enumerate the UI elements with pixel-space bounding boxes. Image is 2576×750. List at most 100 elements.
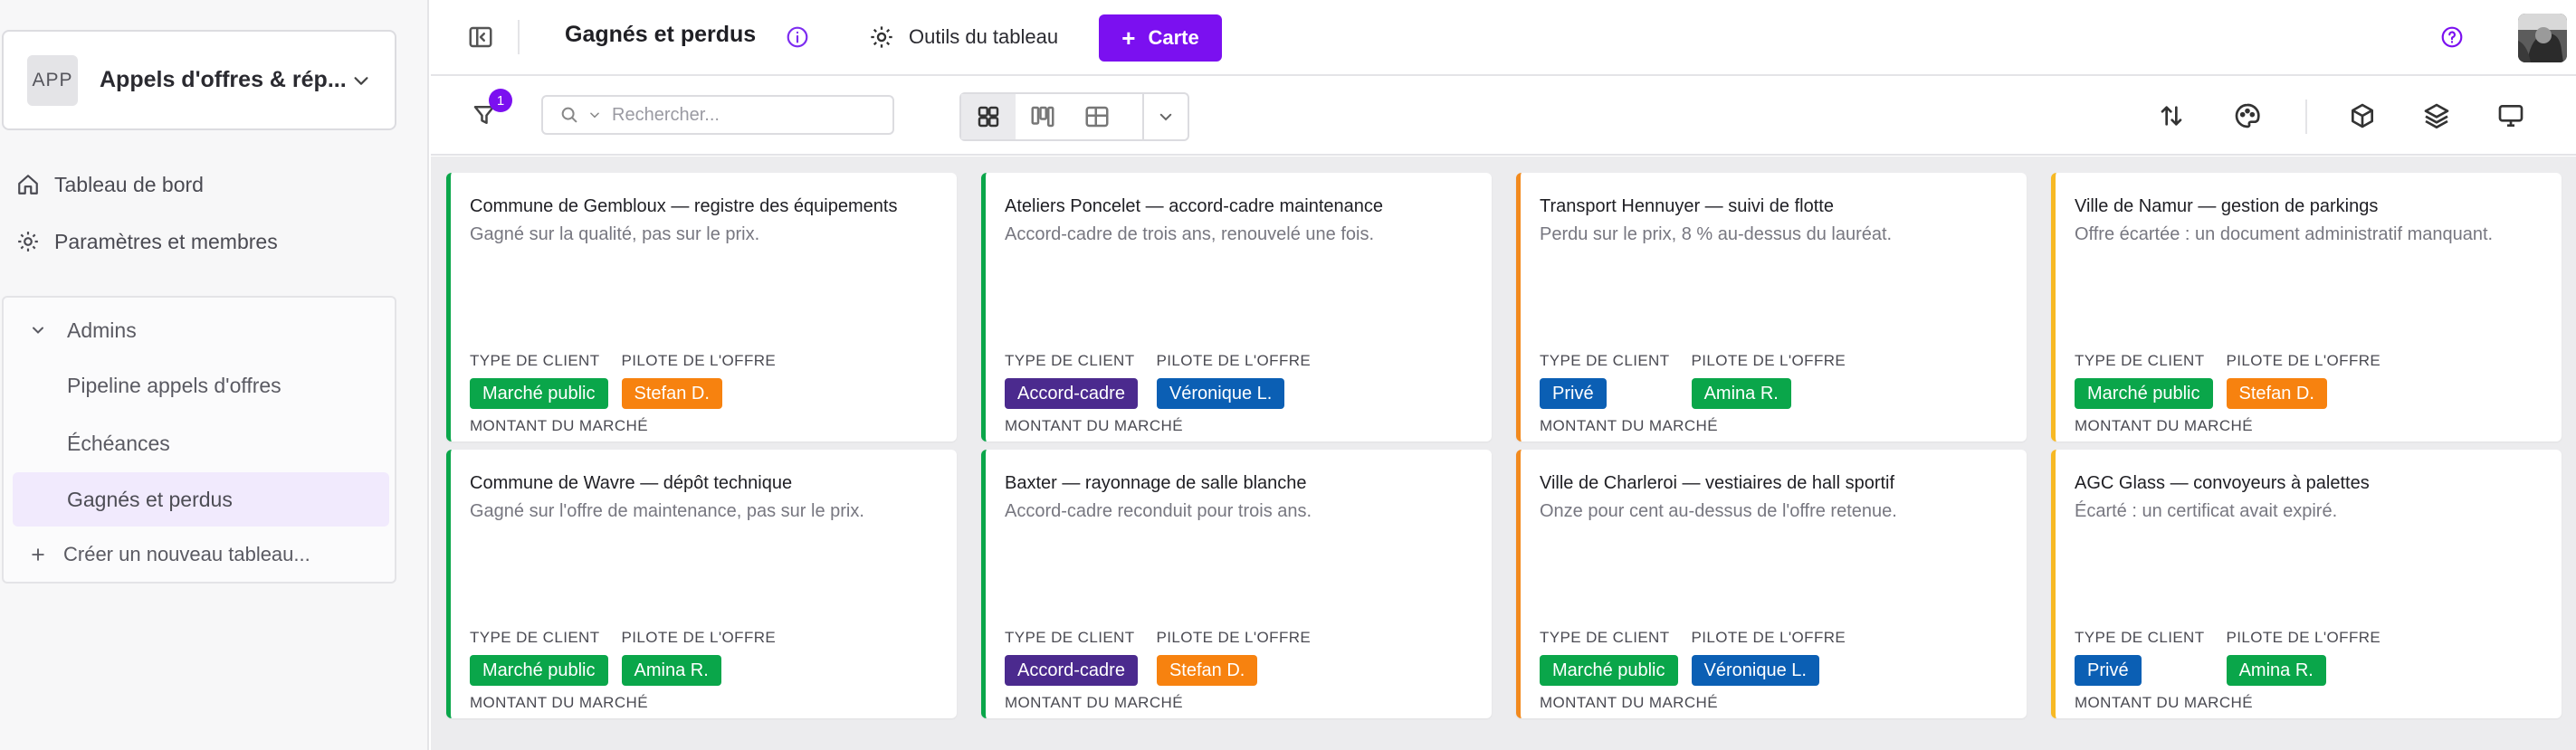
client-type-label: TYPE DE CLIENT [1540, 352, 1670, 369]
card-board: Commune de Gembloux — registre des équip… [431, 157, 2576, 750]
card-title: Ville de Charleroi — vestiaires de hall … [1540, 473, 1895, 493]
card-tags: Marché public Véronique L. [1540, 655, 1819, 686]
add-card-button[interactable]: + Carte [1099, 14, 1222, 62]
view-cards-button[interactable] [961, 94, 1016, 139]
sort-icon[interactable] [2157, 101, 2186, 130]
card-title: Commune de Gembloux — registre des équip… [470, 196, 898, 216]
sidebar-item-label: Gagnés et perdus [67, 487, 233, 511]
sidebar-item-pipeline[interactable]: Pipeline appels d'offres [13, 358, 389, 413]
view-more-button[interactable] [1142, 94, 1188, 139]
chevron-down-icon [351, 71, 371, 90]
group-label: Admins [67, 318, 137, 342]
card-title: AGC Glass — convoyeurs à palettes [2075, 473, 2370, 493]
client-type-tag[interactable]: Marché public [470, 655, 608, 686]
client-type-tag[interactable]: Privé [1540, 378, 1607, 409]
divider [2305, 100, 2307, 134]
sidebar-item-deadlines[interactable]: Échéances [13, 416, 389, 470]
card-subtitle: Accord-cadre de trois ans, renouvelé une… [1005, 224, 1374, 244]
bid-pilot-label: PILOTE DE L'OFFRE [2226, 352, 2381, 369]
board-tools-label: Outils du tableau [909, 25, 1059, 48]
sidebar: APP Appels d'offres & rép... Tableau de … [0, 0, 429, 750]
board-card[interactable]: AGC Glass — convoyeurs à palettes Écarté… [2051, 450, 2562, 718]
card-tags: Accord-cadre Stefan D. [1005, 655, 1258, 686]
field-labels: TYPE DE CLIENT PILOTE DE L'OFFRE [1005, 629, 1311, 647]
gear-icon [869, 24, 894, 50]
plus-icon [29, 546, 47, 564]
layers-icon[interactable] [2422, 101, 2451, 130]
client-type-tag[interactable]: Accord-cadre [1005, 378, 1138, 409]
board-card[interactable]: Transport Hennuyer — suivi de flotte Per… [1516, 173, 2027, 441]
card-tags: Privé Amina R. [1540, 378, 1791, 409]
help-icon[interactable] [2440, 25, 2464, 49]
client-type-tag[interactable]: Marché public [2075, 378, 2213, 409]
bid-pilot-label: PILOTE DE L'OFFRE [621, 629, 777, 646]
amount-label: MONTANT DU MARCHÉ [1540, 694, 1718, 711]
bid-pilot-tag[interactable]: Amina R. [621, 655, 721, 686]
bid-pilot-tag[interactable]: Stefan D. [1156, 655, 1258, 686]
board-card[interactable]: Ville de Charleroi — vestiaires de hall … [1516, 450, 2027, 718]
client-type-label: TYPE DE CLIENT [470, 629, 600, 646]
info-icon[interactable] [786, 25, 809, 49]
bid-pilot-label: PILOTE DE L'OFFRE [621, 352, 777, 369]
board-card[interactable]: Ateliers Poncelet — accord-cadre mainten… [981, 173, 1492, 441]
card-tags: Privé Amina R. [2075, 655, 2326, 686]
bid-pilot-tag[interactable]: Véronique L. [1156, 378, 1285, 409]
gear-icon [16, 230, 40, 253]
sidebar-item-label: Tableau de bord [54, 172, 204, 196]
sidebar-item-dashboard[interactable]: Tableau de bord [16, 165, 204, 204]
card-title: Commune de Wavre — dépôt technique [470, 473, 793, 493]
app-switcher[interactable]: APP Appels d'offres & rép... [2, 30, 396, 130]
card-tags: Marché public Stefan D. [2075, 378, 2327, 409]
bid-pilot-tag[interactable]: Stefan D. [2226, 378, 2327, 409]
client-type-label: TYPE DE CLIENT [1005, 352, 1135, 369]
bid-pilot-tag[interactable]: Amina R. [1691, 378, 1791, 409]
group-header-admins[interactable]: Admins [29, 310, 137, 350]
client-type-tag[interactable]: Privé [2075, 655, 2142, 686]
sidebar-item-won-lost[interactable]: Gagnés et perdus [13, 472, 389, 527]
bid-pilot-tag[interactable]: Amina R. [2226, 655, 2326, 686]
client-type-label: TYPE DE CLIENT [470, 352, 600, 369]
bid-pilot-label: PILOTE DE L'OFFRE [1156, 629, 1312, 646]
search-box[interactable] [541, 95, 894, 135]
grid-view-icon [978, 106, 999, 128]
field-labels: TYPE DE CLIENT PILOTE DE L'OFFRE [470, 352, 776, 370]
view-table-button[interactable] [1070, 94, 1124, 139]
chevron-down-icon[interactable] [588, 109, 601, 121]
field-labels: TYPE DE CLIENT PILOTE DE L'OFFRE [470, 629, 776, 647]
board-card[interactable]: Baxter — rayonnage de salle blanche Acco… [981, 450, 1492, 718]
view-kanban-button[interactable] [1016, 94, 1070, 139]
board-card[interactable]: Commune de Gembloux — registre des équip… [446, 173, 957, 441]
client-type-label: TYPE DE CLIENT [2075, 352, 2205, 369]
card-title: Ville de Namur — gestion de parkings [2075, 196, 2379, 216]
bid-pilot-tag[interactable]: Véronique L. [1691, 655, 1819, 686]
board-card[interactable]: Ville de Namur — gestion de parkings Off… [2051, 173, 2562, 441]
field-labels: TYPE DE CLIENT PILOTE DE L'OFFRE [2075, 352, 2380, 370]
sidebar-item-label: Échéances [67, 431, 170, 455]
sidebar-item-settings[interactable]: Paramètres et membres [16, 222, 278, 261]
client-type-tag[interactable]: Marché public [1540, 655, 1678, 686]
bid-pilot-tag[interactable]: Stefan D. [621, 378, 722, 409]
search-icon [559, 105, 579, 125]
plus-icon: + [1121, 24, 1136, 52]
client-type-tag[interactable]: Accord-cadre [1005, 655, 1138, 686]
chevron-down-icon [1159, 113, 1172, 121]
card-subtitle: Gagné sur l'offre de maintenance, pas su… [470, 501, 864, 521]
card-subtitle: Onze pour cent au-dessus de l'offre rete… [1540, 501, 1897, 521]
sidebar-toggle-icon[interactable] [467, 24, 494, 51]
bid-pilot-label: PILOTE DE L'OFFRE [1156, 352, 1312, 369]
board-tools-button[interactable]: Outils du tableau [869, 20, 1058, 54]
create-board-button[interactable]: Créer un nouveau tableau... [29, 535, 310, 574]
search-input[interactable] [612, 104, 883, 126]
monitor-icon[interactable] [2496, 101, 2525, 130]
card-tags: Marché public Amina R. [470, 655, 721, 686]
kanban-view-icon [1031, 106, 1054, 128]
client-type-tag[interactable]: Marché public [470, 378, 608, 409]
field-labels: TYPE DE CLIENT PILOTE DE L'OFFRE [1540, 629, 1846, 647]
toolbar: 1 [431, 78, 2576, 156]
cube-icon[interactable] [2348, 101, 2377, 130]
board-card[interactable]: Commune de Wavre — dépôt technique Gagné… [446, 450, 957, 718]
palette-icon[interactable] [2233, 101, 2262, 130]
card-title: Transport Hennuyer — suivi de flotte [1540, 196, 1834, 216]
avatar[interactable] [2518, 14, 2567, 62]
sidebar-item-label: Pipeline appels d'offres [67, 373, 281, 397]
